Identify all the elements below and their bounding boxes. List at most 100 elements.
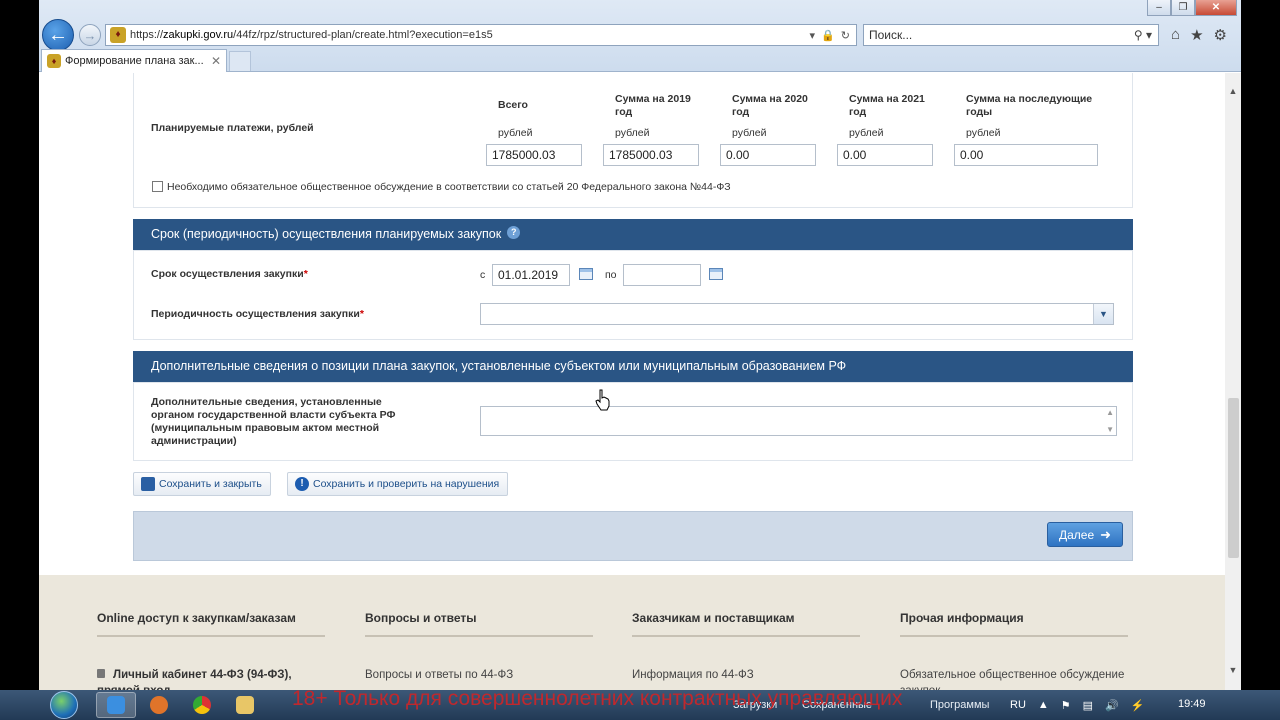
tab-emblem-icon: ♦ bbox=[47, 54, 61, 68]
hand-cursor-icon bbox=[595, 389, 610, 411]
amount-later-input[interactable]: 0.00 bbox=[954, 144, 1098, 166]
col-unit-later: рублей bbox=[966, 127, 1001, 139]
home-icon[interactable]: ⌂ bbox=[1171, 26, 1180, 44]
footer-link-text: Личный кабинет 44-ФЗ (94-ФЗ), прямой вхо… bbox=[97, 669, 292, 690]
extra-field-label-line: Дополнительные сведения, установленные bbox=[151, 396, 382, 408]
save-close-label: Сохранить и закрыть bbox=[159, 478, 262, 490]
scrollbar-thumb[interactable] bbox=[1228, 398, 1239, 558]
scroll-up-icon[interactable]: ▲ bbox=[1225, 83, 1241, 99]
arrow-right-icon: ➜ bbox=[1100, 526, 1112, 542]
url-path: /44fz/rpz/structured-plan/create.html?ex… bbox=[233, 29, 493, 41]
flag-icon[interactable]: ⚑ bbox=[1061, 699, 1071, 712]
calendar-from-icon[interactable] bbox=[579, 268, 593, 280]
col-header-later: Сумма на последующие годы bbox=[966, 93, 1093, 118]
forward-button[interactable]: → bbox=[79, 24, 101, 46]
taskbar-item-programs[interactable]: Программы bbox=[930, 699, 989, 711]
close-window-button[interactable]: ✕ bbox=[1195, 0, 1237, 16]
windows-logo-icon bbox=[50, 691, 78, 719]
minimize-button[interactable]: – bbox=[1147, 0, 1171, 16]
required-mark: * bbox=[359, 308, 364, 320]
payments-panel: Планируемые платежи, рублей Всего рублей… bbox=[133, 73, 1133, 208]
extra-field-label-line: администрации) bbox=[151, 435, 237, 447]
payments-label: Планируемые платежи, рублей bbox=[151, 122, 314, 134]
chevron-down-icon[interactable]: ▼ bbox=[1093, 304, 1113, 324]
taskbar-chrome[interactable] bbox=[182, 692, 222, 718]
tray-language[interactable]: RU bbox=[1010, 699, 1026, 711]
page-content: Планируемые платежи, рублей Всего рублей… bbox=[39, 73, 1225, 690]
taskbar-explorer[interactable] bbox=[225, 692, 265, 718]
taskbar-firefox[interactable] bbox=[139, 692, 179, 718]
footer-link[interactable]: Личный кабинет 44-ФЗ (94-ФЗ), прямой вхо… bbox=[97, 667, 325, 690]
amount-2021-input[interactable]: 0.00 bbox=[837, 144, 933, 166]
periodicity-select[interactable]: ▼ bbox=[480, 303, 1114, 325]
power-icon[interactable]: ⚡ bbox=[1131, 699, 1145, 712]
gear-icon[interactable]: ⚙ bbox=[1214, 26, 1227, 44]
new-tab-button[interactable] bbox=[229, 51, 251, 71]
alert-icon: ! bbox=[295, 477, 309, 491]
url-host: zakupki.gov.ru bbox=[163, 29, 234, 41]
close-tab-icon[interactable]: ✕ bbox=[211, 54, 221, 68]
clock[interactable]: 19:49 bbox=[1178, 698, 1206, 710]
amount-2019-input[interactable]: 1785000.03 bbox=[603, 144, 699, 166]
col-unit-2021: рублей bbox=[849, 127, 884, 139]
save-close-button[interactable]: Сохранить и закрыть bbox=[133, 472, 271, 496]
arrow-right-icon: → bbox=[83, 27, 97, 43]
volume-icon[interactable]: 🔊 bbox=[1105, 699, 1119, 712]
help-icon[interactable]: ? bbox=[507, 226, 521, 239]
extra-info-textarea[interactable]: ▲ ▼ bbox=[480, 406, 1117, 436]
footer-link[interactable]: Вопросы и ответы по 44-ФЗ bbox=[365, 667, 593, 683]
to-label: по bbox=[605, 269, 617, 281]
calendar-to-icon[interactable] bbox=[709, 268, 723, 280]
date-from-input[interactable]: 01.01.2019 bbox=[492, 264, 570, 286]
refresh-icon[interactable]: ↻ bbox=[841, 29, 850, 42]
tab-title: Формирование плана зак... bbox=[65, 55, 204, 67]
scroll-down-icon[interactable]: ▼ bbox=[1106, 425, 1114, 434]
total-amount-input[interactable]: 1785000.03 bbox=[486, 144, 582, 166]
network-icon[interactable]: ▤ bbox=[1083, 699, 1093, 712]
lock-icon bbox=[97, 669, 105, 678]
address-bar[interactable]: ♦ https://zakupki.gov.ru/44fz/rpz/struct… bbox=[105, 24, 857, 46]
browser-tab[interactable]: ♦ Формирование плана зак... ✕ bbox=[41, 49, 227, 72]
footer-column-title: Online доступ к закупкам/заказам bbox=[97, 611, 325, 637]
footer-column: Online доступ к закупкам/заказам Личный … bbox=[97, 575, 325, 690]
footer-column: Вопросы и ответы Вопросы и ответы по 44-… bbox=[365, 575, 593, 683]
amount-2020-input[interactable]: 0.00 bbox=[720, 144, 816, 166]
chrome-icon bbox=[193, 696, 211, 714]
url-prefix: https:// bbox=[130, 29, 164, 41]
footer-link[interactable]: Информация по 44-ФЗ bbox=[632, 667, 860, 683]
page-scrollbar[interactable]: ▲ ▼ bbox=[1225, 73, 1241, 690]
search-input[interactable]: Поиск... bbox=[869, 28, 1128, 42]
public-discussion-label: Необходимо обязательное общественное обс… bbox=[167, 181, 731, 193]
desktop: – ❐ ✕ ← → ♦ https://zakupki.gov.ru/44fz/… bbox=[0, 0, 1280, 720]
from-label: с bbox=[480, 269, 486, 281]
back-button[interactable]: ← bbox=[42, 19, 74, 51]
wizard-nav-bar: Далее ➜ bbox=[133, 511, 1133, 561]
footer-link[interactable]: Обязательное общественное обсуждение зак… bbox=[900, 667, 1128, 690]
footer-column: Прочая информация Обязательное обществен… bbox=[900, 575, 1128, 690]
col-header-total: Всего bbox=[498, 99, 528, 111]
extra-section-title: Дополнительные сведения о позиции плана … bbox=[151, 359, 847, 373]
search-icon[interactable]: ⚲ ▾ bbox=[1128, 28, 1158, 42]
dropdown-icon[interactable]: ▾ bbox=[810, 29, 816, 42]
col-header-2020: Сумма на 2020 год bbox=[732, 93, 808, 118]
save-check-button[interactable]: ! Сохранить и проверить на нарушения bbox=[287, 472, 509, 496]
start-button[interactable] bbox=[45, 690, 83, 720]
favorites-star-icon[interactable]: ★ bbox=[1190, 26, 1203, 44]
col-unit-2020: рублей bbox=[732, 127, 767, 139]
scroll-down-icon[interactable]: ▼ bbox=[1225, 662, 1241, 678]
lock-icon[interactable]: 🔒 bbox=[821, 29, 835, 42]
address-url[interactable]: https://zakupki.gov.ru/44fz/rpz/structur… bbox=[130, 29, 810, 41]
col-header-2019: Сумма на 2019 год bbox=[615, 93, 691, 118]
period-panel: Срок осуществления закупки* с 01.01.2019… bbox=[133, 250, 1133, 340]
show-hidden-icon[interactable]: ▲ bbox=[1038, 699, 1049, 711]
search-box[interactable]: Поиск... ⚲ ▾ bbox=[863, 24, 1159, 46]
public-discussion-checkbox[interactable] bbox=[152, 181, 163, 192]
footer-column-title: Прочая информация bbox=[900, 611, 1128, 637]
date-to-input[interactable] bbox=[623, 264, 701, 286]
scroll-up-icon[interactable]: ▲ bbox=[1106, 408, 1114, 417]
period-section-title: Срок (периодичность) осуществления плани… bbox=[151, 227, 502, 241]
taskbar-ie[interactable] bbox=[96, 692, 136, 718]
next-button[interactable]: Далее ➜ bbox=[1047, 522, 1123, 547]
browser-window: – ❐ ✕ ← → ♦ https://zakupki.gov.ru/44fz/… bbox=[39, 0, 1241, 690]
restore-button[interactable]: ❐ bbox=[1171, 0, 1195, 16]
